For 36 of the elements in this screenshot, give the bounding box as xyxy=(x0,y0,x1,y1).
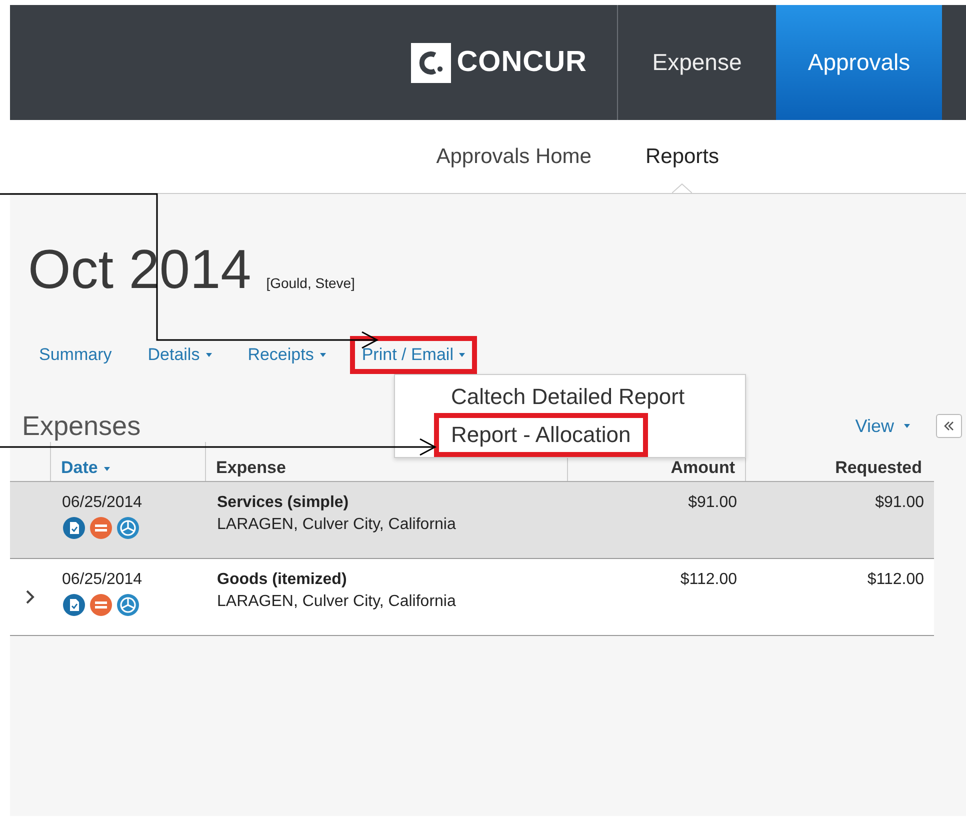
expense-type: Goods (itemized) xyxy=(217,571,348,589)
pie-chart-icon xyxy=(116,516,140,540)
double-chevron-left-icon xyxy=(943,421,955,431)
requested-cell: $91.00 xyxy=(875,494,924,512)
date-cell-text: 06/25/2014 xyxy=(62,494,144,512)
view-menu-link[interactable]: View xyxy=(849,414,916,438)
sub-nav-tab[interactable]: Reports xyxy=(628,120,736,193)
column-header[interactable]: Date xyxy=(50,442,205,481)
nav-tab[interactable]: Expense xyxy=(618,5,776,120)
sub-nav-tab[interactable]: Approvals Home xyxy=(419,120,608,193)
receipt-icon xyxy=(62,516,86,540)
collapse-button[interactable] xyxy=(936,414,962,438)
nav-tab[interactable]: Approvals xyxy=(776,5,942,120)
logo-text: CONCUR xyxy=(456,46,587,79)
expense-row[interactable]: 06/25/2014 Services (simple) LARAGEN, Culver City, California $91.00 $91.00 xyxy=(10,482,934,559)
expense-type: Services (simple) xyxy=(217,494,350,512)
amount-cell: $112.00 xyxy=(680,571,737,589)
pie-chart-icon xyxy=(116,593,140,617)
date-cell-text: 06/25/2014 xyxy=(62,571,144,589)
section-heading: Expenses xyxy=(22,410,141,442)
expense-row[interactable]: 06/25/2014 Goods (itemized) LARAGEN, Culver City, California $112.00 $112.00 xyxy=(10,559,934,636)
report-tab-link[interactable]: Receipts xyxy=(238,339,335,371)
vendor-location: LARAGEN, Culver City, California xyxy=(217,516,457,534)
report-tab-link[interactable]: Print / Email xyxy=(352,339,474,371)
minus-circle-icon xyxy=(89,516,113,540)
amount-cell: $91.00 xyxy=(688,494,737,512)
logo-icon xyxy=(410,42,451,82)
report-tab-link[interactable]: Summary xyxy=(30,339,121,371)
menu-item[interactable]: Caltech Detailed Report xyxy=(395,378,697,416)
chevron-right-icon[interactable] xyxy=(25,589,35,605)
vendor-location: LARAGEN, Culver City, California xyxy=(217,593,457,611)
requested-cell: $112.00 xyxy=(867,571,924,589)
minus-circle-icon xyxy=(89,593,113,617)
receipt-icon xyxy=(62,593,86,617)
report-tab-link[interactable]: Details xyxy=(138,339,221,371)
report-owner: [Gould, Steve] xyxy=(266,275,355,291)
